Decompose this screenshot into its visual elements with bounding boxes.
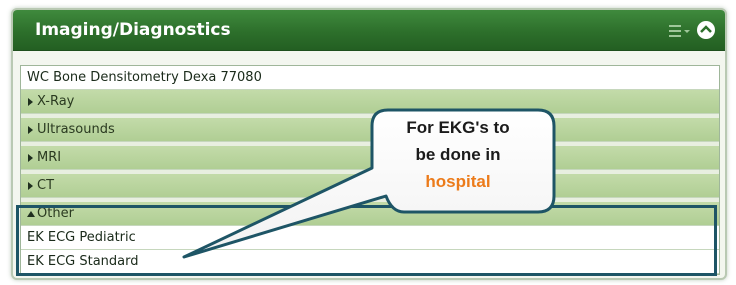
group-xray[interactable]: X-Ray xyxy=(21,90,719,114)
caret-right-icon xyxy=(28,126,33,134)
panel-header: Imaging/Diagnostics xyxy=(13,10,725,51)
callout-line-3: hospital xyxy=(425,172,491,191)
chevron-up-circle-icon[interactable] xyxy=(697,21,715,39)
list-item-bone-densitometry[interactable]: WC Bone Densitometry Dexa 77080 xyxy=(21,66,719,90)
panel-title: Imaging/Diagnostics xyxy=(35,20,231,40)
group-label: MRI xyxy=(37,150,62,165)
group-ultrasounds[interactable]: Ultrasounds xyxy=(21,118,719,142)
group-label: Other xyxy=(37,206,74,221)
caret-right-icon xyxy=(28,154,33,162)
group-mri[interactable]: MRI xyxy=(21,146,719,170)
caret-right-icon xyxy=(28,98,33,106)
callout-line-2: be done in xyxy=(415,145,501,164)
caret-right-icon xyxy=(28,182,33,190)
list-item-label: EK ECG Pediatric xyxy=(27,230,136,245)
callout-text: For EKG's to be done in hospital xyxy=(376,114,540,195)
imaging-diagnostics-panel: Imaging/Diagnostics WC Bone Densitometry… xyxy=(11,8,727,280)
list-item-label: EK ECG Standard xyxy=(27,254,139,269)
group-other[interactable]: Other xyxy=(21,202,719,226)
list-item-ecg-standard[interactable]: EK ECG Standard xyxy=(21,250,719,274)
group-label: CT xyxy=(37,178,55,193)
group-label: X-Ray xyxy=(37,94,75,109)
list-menu-icon[interactable] xyxy=(669,23,691,39)
caret-up-icon xyxy=(27,211,35,217)
list-item-ecg-pediatric[interactable]: EK ECG Pediatric xyxy=(21,226,719,250)
group-label: Ultrasounds xyxy=(37,122,115,137)
list-item-label: WC Bone Densitometry Dexa 77080 xyxy=(27,70,262,85)
order-list: WC Bone Densitometry Dexa 77080 X-Ray Ul… xyxy=(20,65,720,275)
callout-line-1: For EKG's to xyxy=(406,118,510,137)
group-ct[interactable]: CT xyxy=(21,174,719,198)
